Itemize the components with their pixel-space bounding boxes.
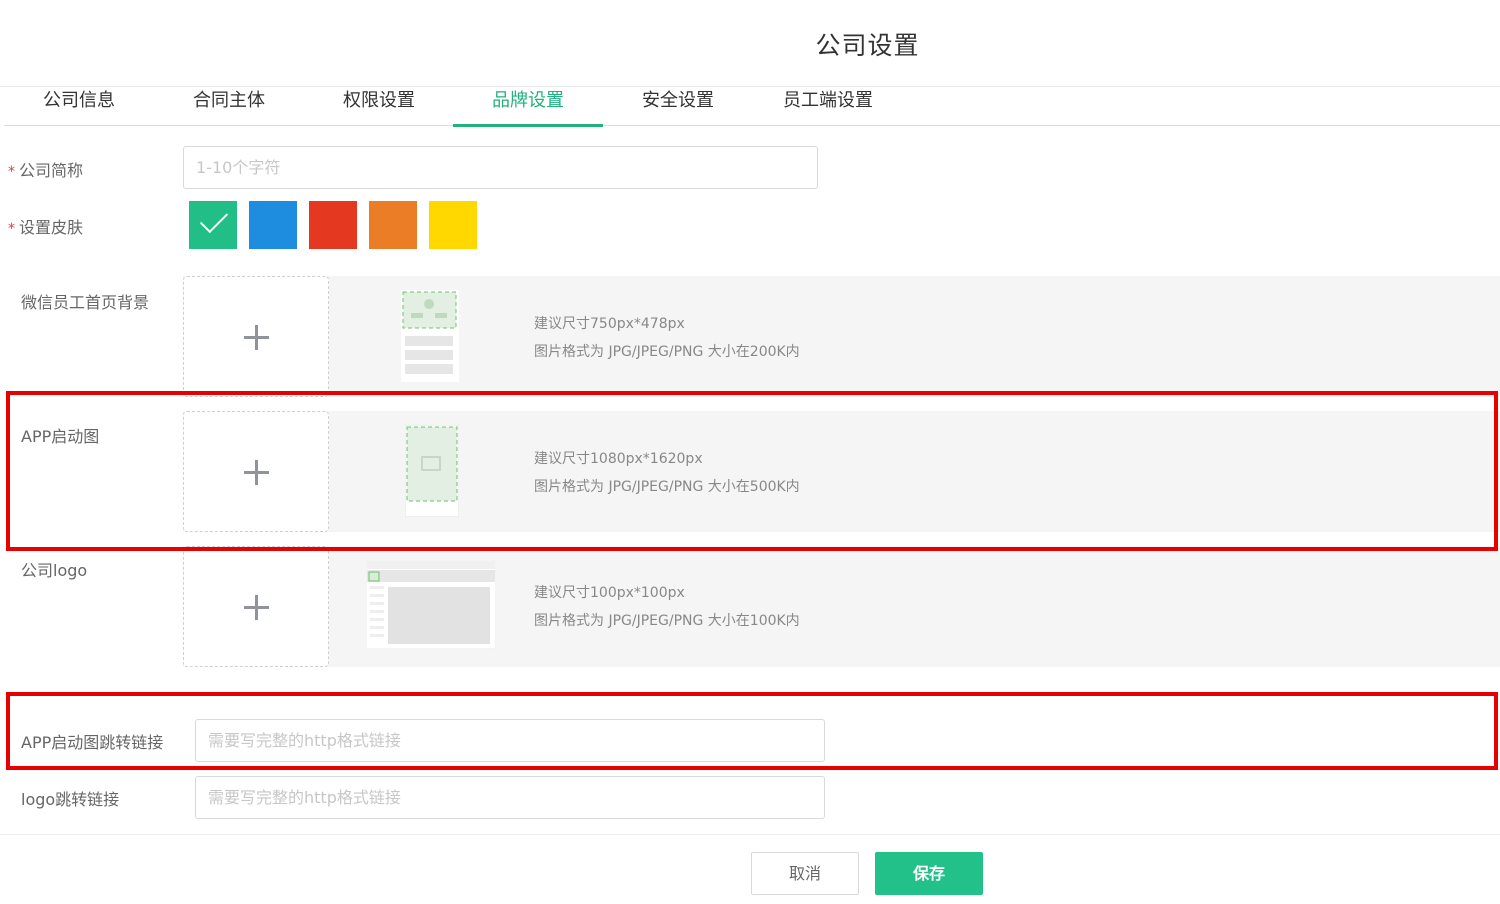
wechat-bg-format-hint: 图片格式为 JPG/JPEG/PNG 大小在200K内 bbox=[534, 344, 800, 360]
tab-brand-settings[interactable]: 品牌设置 bbox=[453, 87, 603, 127]
wechat-bg-sample-image bbox=[401, 290, 459, 382]
company-logo-format-hint: 图片格式为 JPG/JPEG/PNG 大小在100K内 bbox=[534, 613, 800, 629]
tab-permission-settings[interactable]: 权限设置 bbox=[304, 87, 454, 126]
logo-link-label: logo跳转链接 bbox=[21, 790, 120, 809]
company-logo-sample-image bbox=[366, 560, 496, 649]
page-title: 公司设置 bbox=[815, 31, 920, 60]
skin-swatch-yellow[interactable] bbox=[429, 201, 477, 249]
company-logo-upload-button[interactable] bbox=[183, 546, 329, 667]
cancel-button[interactable]: 取消 bbox=[751, 852, 859, 895]
tab-contract-entity[interactable]: 合同主体 bbox=[154, 87, 304, 126]
check-icon bbox=[199, 204, 229, 234]
plus-icon bbox=[244, 325, 269, 350]
company-short-name-label: * 公司简称 bbox=[8, 161, 84, 180]
required-mark: * bbox=[8, 164, 15, 180]
company-logo-label: 公司logo bbox=[21, 561, 88, 580]
plus-icon bbox=[244, 595, 269, 620]
required-mark: * bbox=[8, 221, 15, 237]
logo-link-input[interactable] bbox=[195, 776, 825, 819]
skin-swatch-red[interactable] bbox=[309, 201, 357, 249]
highlight-box-app-launch-link bbox=[6, 692, 1498, 770]
tab-security-settings[interactable]: 安全设置 bbox=[603, 87, 753, 126]
skin-swatch-blue[interactable] bbox=[249, 201, 297, 249]
skin-swatch-orange[interactable] bbox=[369, 201, 417, 249]
skin-label: * 设置皮肤 bbox=[8, 218, 84, 237]
company-short-name-input[interactable] bbox=[183, 146, 818, 189]
skin-swatch-green[interactable] bbox=[189, 201, 237, 249]
wechat-bg-label: 微信员工首页背景 bbox=[21, 293, 150, 312]
save-button[interactable]: 保存 bbox=[875, 852, 983, 895]
tab-employee-settings[interactable]: 员工端设置 bbox=[753, 87, 903, 126]
footer-bar: 取消 保存 bbox=[0, 834, 1500, 904]
page-header: 公司设置 bbox=[0, 0, 1500, 87]
wechat-bg-size-hint: 建议尺寸750px*478px bbox=[534, 316, 685, 332]
wechat-bg-upload-row: 建议尺寸750px*478px 图片格式为 JPG/JPEG/PNG 大小在20… bbox=[183, 276, 1500, 397]
highlight-box-app-launch bbox=[6, 391, 1498, 551]
tab-company-info[interactable]: 公司信息 bbox=[4, 87, 154, 126]
wechat-bg-upload-button[interactable] bbox=[183, 276, 329, 397]
company-logo-upload-row: 建议尺寸100px*100px 图片格式为 JPG/JPEG/PNG 大小在10… bbox=[183, 546, 1500, 667]
company-logo-size-hint: 建议尺寸100px*100px bbox=[534, 585, 685, 601]
tab-bar: 公司信息 合同主体 权限设置 品牌设置 安全设置 员工端设置 bbox=[4, 87, 1500, 127]
